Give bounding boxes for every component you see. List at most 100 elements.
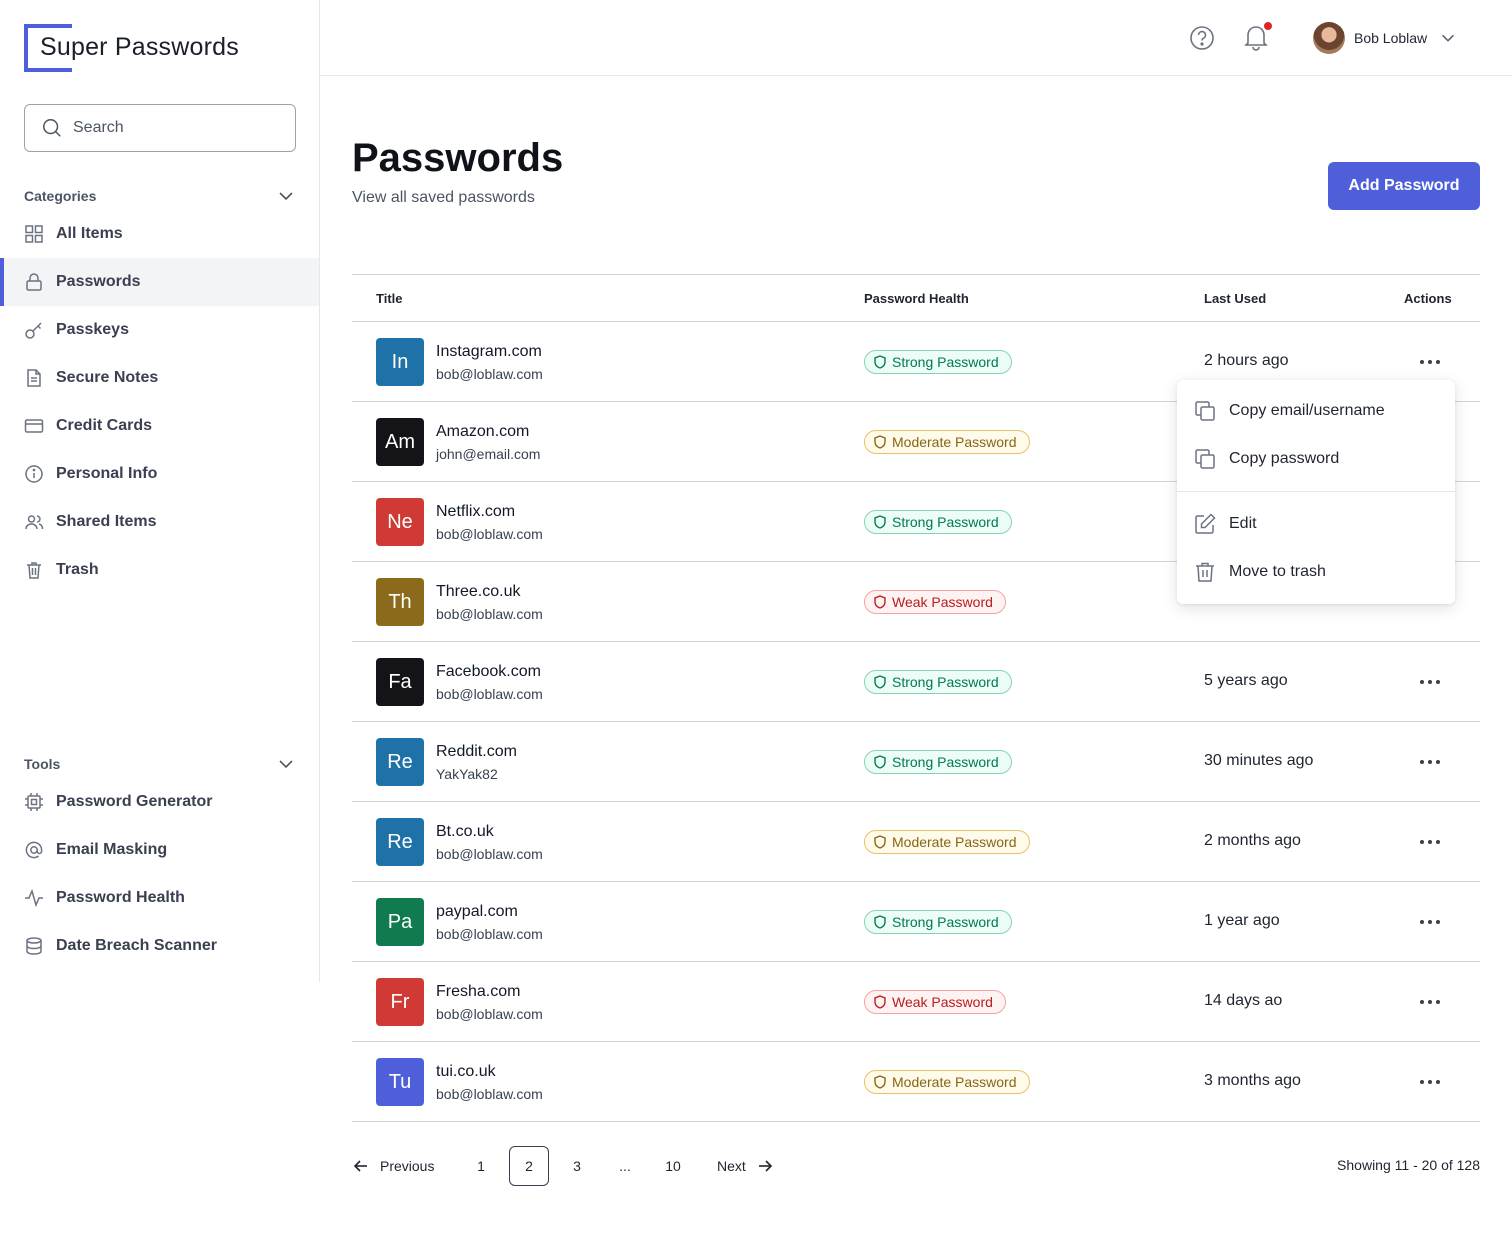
password-health-badge: Strong Password [864, 670, 1012, 694]
site-initials-tile: Pa [376, 898, 424, 946]
more-actions-button[interactable] [1416, 752, 1444, 772]
sidebar-search[interactable] [24, 104, 296, 152]
sidebar-item-credit-cards[interactable]: Credit Cards [0, 402, 319, 450]
sidebar-item-passkeys[interactable]: Passkeys [0, 306, 319, 354]
tools-header[interactable]: Tools [24, 752, 296, 776]
table-row[interactable]: Re Bt.co.uk bob@loblaw.com Moderate Passwor… [352, 802, 1480, 882]
table-row[interactable]: Pa paypal.com bob@loblaw.com Strong Passwor… [352, 882, 1480, 962]
page-2-button[interactable]: 2 [509, 1146, 549, 1186]
shield-icon [874, 515, 886, 529]
at-icon [25, 841, 43, 859]
arrow-left-icon [353, 1160, 367, 1172]
table-header: Title Password Health Last Used Actions [352, 274, 1480, 322]
account-name: YakYak82 [436, 766, 498, 782]
search-input[interactable] [73, 119, 273, 137]
more-actions-button[interactable] [1416, 992, 1444, 1012]
sidebar-item-password-generator[interactable]: Password Generator [0, 778, 319, 826]
password-health-badge: Strong Password [864, 510, 1012, 534]
site-name: Bt.co.uk [436, 823, 494, 840]
credit-card-icon [24, 419, 44, 433]
sidebar-item-password-health[interactable]: Password Health [0, 874, 319, 922]
more-actions-button[interactable] [1416, 352, 1444, 372]
last-used: 1 year ago [1204, 912, 1280, 929]
more-actions-button[interactable] [1416, 672, 1444, 692]
sidebar-item-trash[interactable]: Trash [0, 546, 319, 594]
sidebar-item-secure-notes[interactable]: Secure Notes [0, 354, 319, 402]
shield-icon [874, 755, 886, 769]
menu-divider [1177, 491, 1455, 492]
more-actions-button[interactable] [1416, 1072, 1444, 1092]
site-initials-tile: Re [376, 738, 424, 786]
page-title: Passwords [352, 136, 564, 180]
notification-dot [1264, 22, 1272, 30]
table-row[interactable]: Re Reddit.com YakYak82 Strong Password 30 mi… [352, 722, 1480, 802]
sidebar-item-personal-info[interactable]: Personal Info [0, 450, 319, 498]
password-health-badge: Weak Password [864, 590, 1006, 614]
user-menu[interactable]: Bob Loblaw [1313, 22, 1457, 54]
sidebar-item-label: Passwords [56, 273, 141, 290]
sidebar-item-email-masking[interactable]: Email Masking [0, 826, 319, 874]
site-name: Three.co.uk [436, 583, 521, 600]
last-used: 5 years ago [1204, 672, 1288, 689]
password-health-badge: Strong Password [864, 750, 1012, 774]
previous-page-button[interactable]: Previous [352, 1146, 434, 1186]
arrow-right-icon [758, 1160, 772, 1172]
table-row[interactable]: Fa Facebook.com bob@loblaw.com Strong Passw… [352, 642, 1480, 722]
menu-item-copy-username[interactable]: Copy email/username [1177, 387, 1455, 435]
sidebar-item-date-breach-scanner[interactable]: Date Breach Scanner [0, 922, 319, 970]
menu-item-move-to-trash[interactable]: Move to trash [1177, 548, 1455, 596]
sidebar-item-passwords[interactable]: Passwords [0, 258, 319, 306]
site-name: Netflix.com [436, 503, 516, 520]
last-used: 30 minutes ago [1204, 752, 1314, 769]
page-10-button[interactable]: 10 [653, 1146, 693, 1186]
account-name: bob@loblaw.com [436, 926, 543, 942]
add-password-button[interactable]: Add Password [1328, 162, 1480, 210]
shield-icon [874, 1075, 886, 1089]
site-name: Reddit.com [436, 743, 517, 760]
health-label: Moderate Password [892, 834, 1017, 850]
sidebar-item-label: Secure Notes [56, 369, 159, 386]
chevron-down-icon [1442, 34, 1455, 42]
page-3-button[interactable]: 3 [557, 1146, 597, 1186]
column-header-title: Title [376, 291, 403, 306]
site-initials-tile: Fr [376, 978, 424, 1026]
menu-item-copy-password[interactable]: Copy password [1177, 435, 1455, 483]
tools-heading: Tools [24, 756, 61, 772]
help-icon[interactable] [1188, 24, 1216, 52]
column-header-health: Password Health [864, 291, 969, 306]
account-name: bob@loblaw.com [436, 686, 543, 702]
document-icon [27, 369, 41, 387]
menu-item-edit[interactable]: Edit [1177, 500, 1455, 548]
previous-label: Previous [380, 1158, 435, 1174]
users-icon [25, 515, 44, 530]
top-bar: Bob Loblaw [320, 0, 1512, 76]
categories-header[interactable]: Categories [24, 184, 296, 208]
sidebar-item-label: Email Masking [56, 841, 168, 858]
table-row[interactable]: Tu tui.co.uk bob@loblaw.com Moderate Passwo… [352, 1042, 1480, 1122]
password-health-badge: Strong Password [864, 910, 1012, 934]
health-label: Weak Password [892, 994, 993, 1010]
next-label: Next [717, 1158, 746, 1174]
shield-icon [874, 995, 886, 1009]
more-actions-button[interactable] [1416, 912, 1444, 932]
sidebar-item-label: Date Breach Scanner [56, 937, 217, 954]
sidebar-item-label: Password Health [56, 889, 185, 906]
page-subtitle: View all saved passwords [352, 189, 535, 206]
page-1-button[interactable]: 1 [461, 1146, 501, 1186]
sidebar-item-label: Trash [56, 561, 99, 578]
sidebar-item-all-items[interactable]: All Items [0, 210, 319, 258]
sidebar-item-label: All Items [56, 225, 123, 242]
next-page-button[interactable]: Next [717, 1146, 774, 1186]
password-health-badge: Strong Password [864, 350, 1012, 374]
shield-icon [874, 435, 886, 449]
more-actions-button[interactable] [1416, 832, 1444, 852]
sidebar-item-shared-items[interactable]: Shared Items [0, 498, 319, 546]
sidebar-item-label: Credit Cards [56, 417, 153, 434]
shield-icon [874, 835, 886, 849]
user-name: Bob Loblaw [1354, 30, 1428, 46]
table-row[interactable]: Fr Fresha.com bob@loblaw.com Weak Password 1… [352, 962, 1480, 1042]
menu-item-label: Edit [1229, 515, 1257, 532]
health-label: Strong Password [892, 354, 999, 370]
app-logo[interactable]: Super Passwords [24, 24, 284, 72]
column-header-last-used: Last Used [1204, 291, 1267, 306]
